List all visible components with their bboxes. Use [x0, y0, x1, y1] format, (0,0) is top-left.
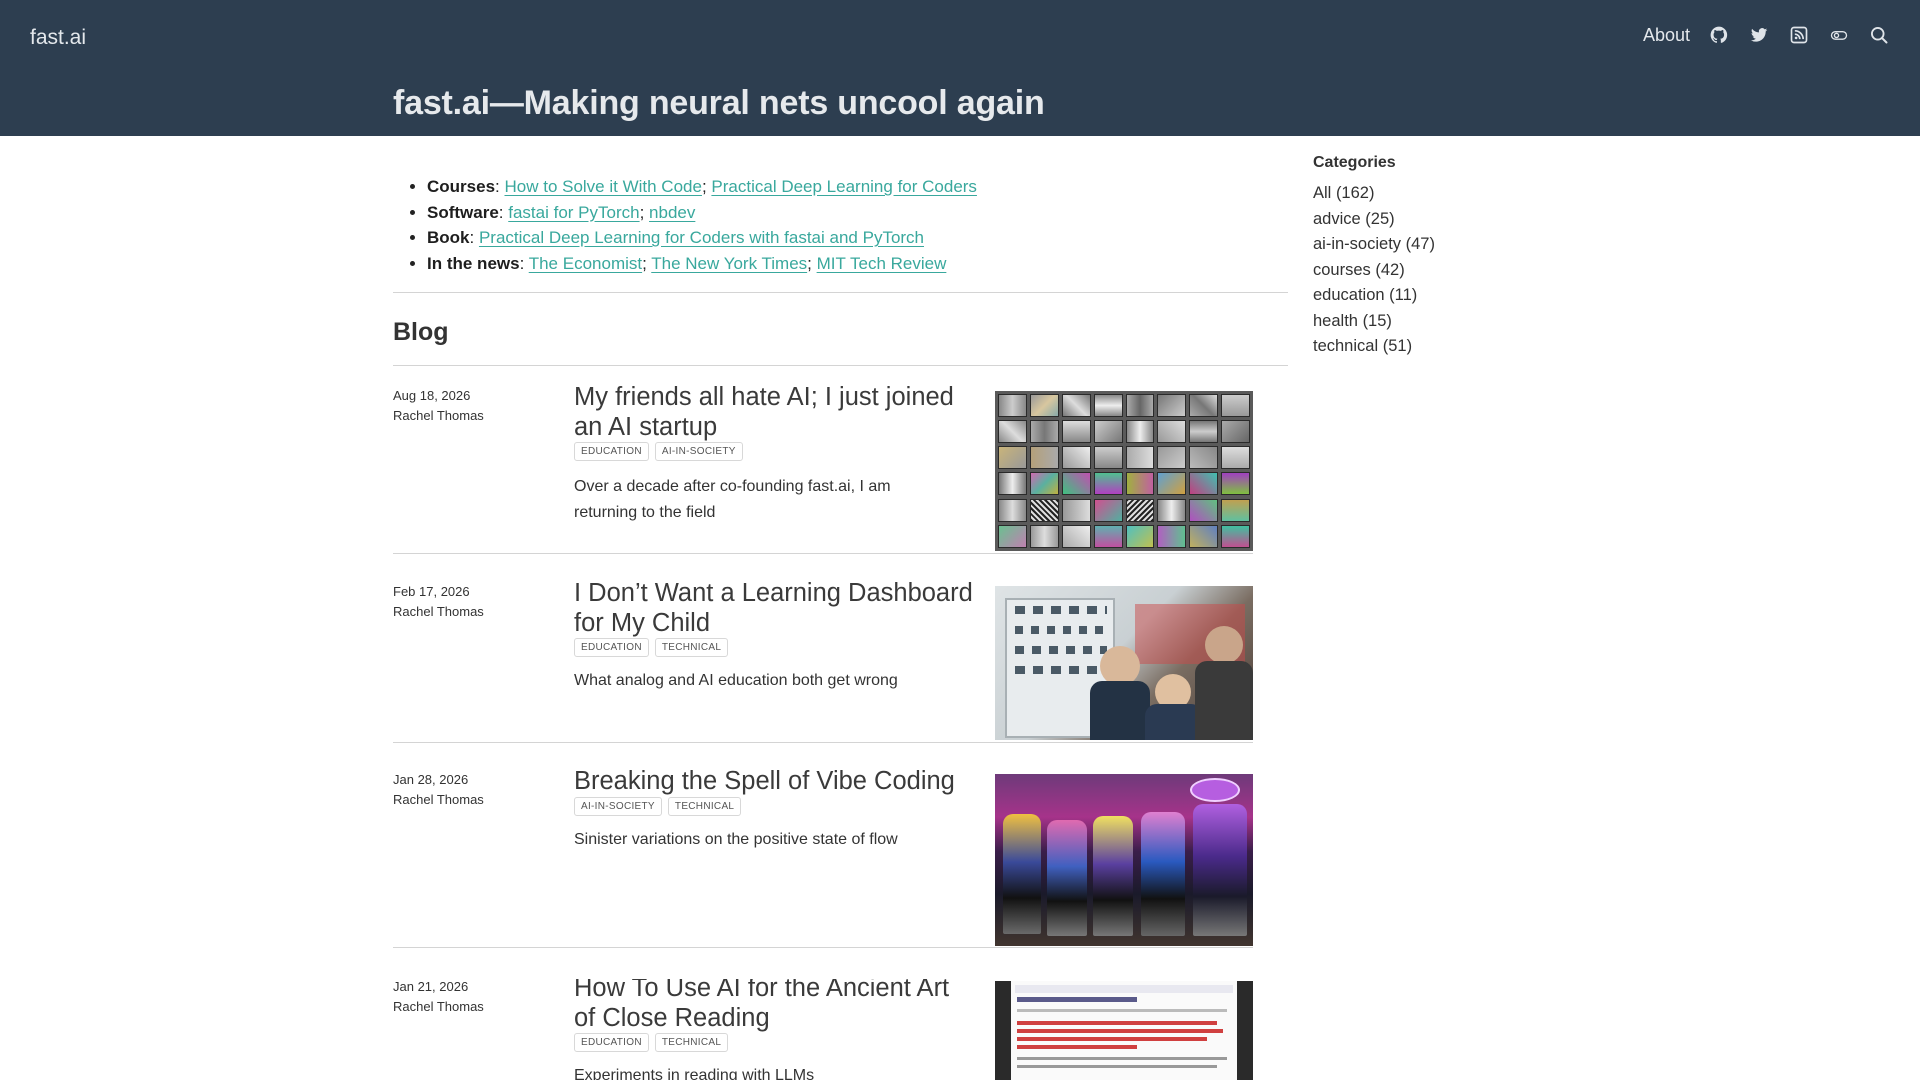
- categories-title: Categories: [1313, 154, 1396, 171]
- link-economist[interactable]: The Economist: [529, 254, 642, 273]
- news-label: In the news: [427, 253, 520, 273]
- tag[interactable]: education: [574, 1033, 649, 1052]
- courses-label: Courses: [427, 177, 496, 196]
- news-list-item: In the news: The Economist; The New York…: [427, 251, 1288, 277]
- tag[interactable]: technical: [667, 797, 742, 816]
- link-practical-deep-learning[interactable]: Practical Deep Learning for Coders: [711, 177, 977, 196]
- brand-link[interactable]: fast.ai: [30, 26, 86, 50]
- post-date: Aug 18, 2026: [393, 388, 471, 403]
- category-link-courses[interactable]: courses (42): [1313, 258, 1513, 284]
- link-mit-tech-review[interactable]: MIT Tech Review: [817, 254, 947, 273]
- blog-post[interactable]: Feb 17, 2026 Rachel Thomas I Don’t Want …: [393, 579, 1253, 742]
- post-title[interactable]: Breaking the Spell of Vibe Coding: [574, 766, 974, 796]
- post-author: Rachel Thomas: [393, 408, 484, 423]
- top-navbar: fast.ai About fast.ai—Making neural nets…: [0, 0, 1920, 136]
- post-author: Rachel Thomas: [393, 999, 484, 1014]
- book-list-item: Book: Practical Deep Learning for Coders…: [427, 225, 1288, 251]
- post-thumbnail[interactable]: [995, 774, 1253, 946]
- post-thumbnail[interactable]: [995, 586, 1253, 740]
- link-book[interactable]: Practical Deep Learning for Coders with …: [479, 228, 924, 247]
- blog-heading: Blog: [393, 318, 449, 346]
- post-thumbnail[interactable]: [995, 981, 1253, 1080]
- tag[interactable]: technical: [654, 1033, 729, 1052]
- blog-post[interactable]: Jan 21, 2026 Rachel Thomas How To Use AI…: [393, 979, 1253, 1080]
- post-author: Rachel Thomas: [393, 604, 484, 619]
- page-title: fast.ai—Making neural nets uncool again: [393, 84, 1045, 122]
- github-icon[interactable]: [1708, 24, 1730, 46]
- categories-sidebar: Categories All (162) advice (25) ai-in-s…: [1313, 154, 1513, 360]
- nav-about-link[interactable]: About: [1643, 25, 1690, 46]
- courses-list-item: Courses: How to Solve it With Code; Prac…: [427, 174, 1288, 200]
- post-tags: education technical: [574, 638, 729, 657]
- link-nytimes[interactable]: The New York Times: [651, 254, 807, 273]
- post-title[interactable]: How To Use AI for the Ancient Art of Clo…: [574, 979, 974, 1033]
- post-author: Rachel Thomas: [393, 792, 484, 807]
- post-tags: ai-in-society technical: [574, 797, 742, 816]
- post-tags: education technical: [574, 1033, 729, 1052]
- toggle-icon[interactable]: [1828, 24, 1850, 46]
- post-date: Jan 21, 2026: [393, 979, 469, 994]
- category-link-ai-in-society[interactable]: ai-in-society (47): [1313, 232, 1513, 258]
- divider: [393, 742, 1253, 743]
- post-tags: education ai-in-society: [574, 442, 743, 461]
- divider: [393, 292, 1288, 293]
- post-title[interactable]: I Don’t Want a Learning Dashboard for My…: [574, 578, 974, 638]
- link-nbdev[interactable]: nbdev: [649, 203, 695, 222]
- intro-links: Courses: How to Solve it With Code; Prac…: [393, 174, 1288, 276]
- twitter-icon[interactable]: [1748, 24, 1770, 46]
- post-title[interactable]: My friends all hate AI; I just joined an…: [574, 382, 974, 442]
- blog-post[interactable]: Aug 18, 2026 Rachel Thomas My friends al…: [393, 383, 1253, 553]
- category-link-technical[interactable]: technical (51): [1313, 334, 1513, 360]
- tag[interactable]: technical: [654, 638, 729, 657]
- post-description: Experiments in reading with LLMs: [574, 1067, 815, 1080]
- tag[interactable]: ai-in-society: [654, 442, 743, 461]
- link-how-to-solve-it[interactable]: How to Solve it With Code: [504, 177, 701, 196]
- blog-post[interactable]: Jan 28, 2026 Rachel Thomas Breaking the …: [393, 767, 1253, 947]
- post-date: Jan 28, 2026: [393, 772, 469, 787]
- category-link-health[interactable]: health (15): [1313, 309, 1513, 335]
- post-description: Over a decade after co-founding fast.ai,…: [574, 478, 891, 521]
- post-date: Feb 17, 2026: [393, 584, 470, 599]
- tag[interactable]: ai-in-society: [574, 797, 662, 816]
- nav-links: About: [1643, 24, 1890, 46]
- link-fastai-pytorch[interactable]: fastai for PyTorch: [508, 203, 639, 222]
- divider: [393, 553, 1253, 554]
- category-link-advice[interactable]: advice (25): [1313, 207, 1513, 233]
- book-label: Book: [427, 228, 470, 247]
- divider: [393, 365, 1288, 366]
- divider: [393, 947, 1253, 948]
- category-link-education[interactable]: education (11): [1313, 283, 1513, 309]
- category-link-all[interactable]: All (162): [1313, 181, 1513, 207]
- post-thumbnail[interactable]: [995, 391, 1253, 551]
- rss-icon[interactable]: [1788, 24, 1810, 46]
- tag[interactable]: education: [574, 638, 649, 657]
- post-description: What analog and AI education both get wr…: [574, 672, 898, 689]
- search-icon[interactable]: [1868, 24, 1890, 46]
- software-label: Software: [427, 202, 499, 222]
- software-list-item: Software: fastai for PyTorch; nbdev: [427, 200, 1288, 226]
- post-description: Sinister variations on the positive stat…: [574, 831, 898, 848]
- tag[interactable]: education: [574, 442, 649, 461]
